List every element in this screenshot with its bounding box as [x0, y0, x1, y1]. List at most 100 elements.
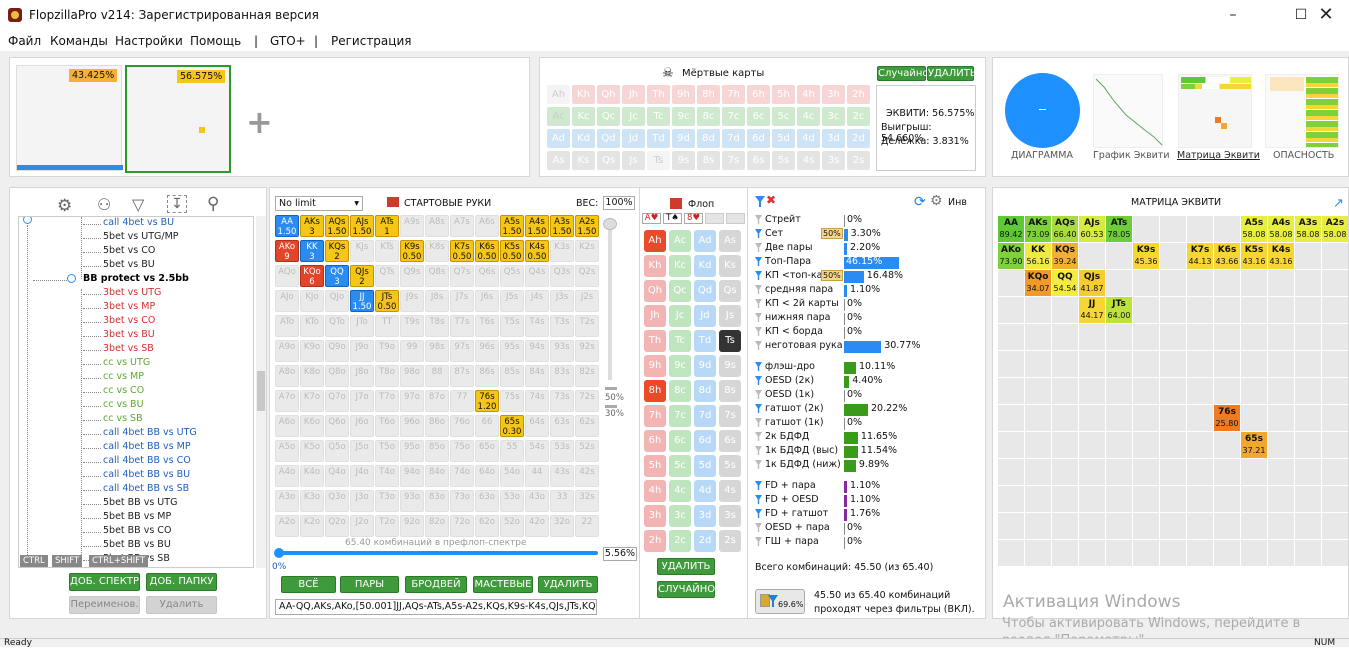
hand-99[interactable]: 99: [400, 340, 424, 362]
hand-A7o[interactable]: A7o: [275, 390, 299, 412]
stat-filter-icon[interactable]: [755, 362, 762, 371]
hand-Q8s[interactable]: Q8s: [425, 265, 449, 287]
hand-button-4[interactable]: МАСТЕВЫЕ: [473, 576, 533, 593]
stat-filter-icon[interactable]: [755, 271, 762, 280]
flop-card-8d[interactable]: 8d: [694, 380, 716, 402]
hand-AJo[interactable]: AJo: [275, 290, 299, 312]
hand-94o[interactable]: 94o: [400, 465, 424, 487]
stat-filter-icon[interactable]: [755, 509, 762, 518]
flop-card-Ad[interactable]: Ad: [694, 230, 716, 252]
dead-card-6h[interactable]: 6h: [747, 85, 770, 104]
flop-card-Jh[interactable]: Jh: [644, 305, 666, 327]
stat-filter-icon[interactable]: [755, 341, 762, 350]
hand-72o[interactable]: 72o: [450, 515, 474, 537]
flop-card-As[interactable]: As: [719, 230, 741, 252]
hand-A8s[interactable]: A8s: [425, 215, 449, 237]
menu-item[interactable]: Регистрация: [331, 34, 411, 48]
hand-63o[interactable]: 63o: [475, 490, 499, 512]
dead-card-Jd[interactable]: Jd: [622, 129, 645, 148]
stat-filter-icon[interactable]: [755, 243, 762, 252]
hand-T3o[interactable]: T3o: [375, 490, 399, 512]
tree-item[interactable]: 5bet BB vs UTG: [103, 497, 177, 508]
hand-96s[interactable]: 96s: [475, 340, 499, 362]
hand-KJs[interactable]: KJs: [350, 240, 374, 262]
hand-Q7o[interactable]: Q7o: [325, 390, 349, 412]
tree-item[interactable]: cc vs UTG: [103, 357, 150, 368]
hand-64s[interactable]: 64s: [525, 415, 549, 437]
flop-slot-empty[interactable]: [705, 213, 724, 224]
refresh-icon[interactable]: ⟳: [914, 194, 926, 210]
dead-card-8d[interactable]: 8d: [697, 129, 720, 148]
hand-92o[interactable]: 92o: [400, 515, 424, 537]
hand-53o[interactable]: 53o: [500, 490, 524, 512]
hand-64o[interactable]: 64o: [475, 465, 499, 487]
hand-Q9s[interactable]: Q9s: [400, 265, 424, 287]
dead-card-7h[interactable]: 7h: [722, 85, 745, 104]
range-pct-input[interactable]: 5.56%: [603, 547, 637, 561]
flop-slot-2[interactable]: T♠: [663, 213, 682, 224]
flop-card-7h[interactable]: 7h: [644, 405, 666, 427]
hand-Q5o[interactable]: Q5o: [325, 440, 349, 462]
hand-52s[interactable]: 52s: [575, 440, 599, 462]
hand-T9o[interactable]: T9o: [375, 340, 399, 362]
dead-card-7c[interactable]: 7c: [722, 107, 745, 126]
stat-filter-icon[interactable]: [755, 285, 762, 294]
flop-card-2c[interactable]: 2c: [669, 530, 691, 552]
hand-QTs[interactable]: QTs: [375, 265, 399, 287]
hand-ATs[interactable]: ATs 1: [375, 215, 399, 237]
stat-row[interactable]: Топ-Пара: [755, 256, 811, 267]
stat-row[interactable]: FD + гатшот: [755, 508, 828, 519]
flop-card-9c[interactable]: 9c: [669, 355, 691, 377]
dead-card-6c[interactable]: 6c: [747, 107, 770, 126]
dead-random-button[interactable]: Случайно: [877, 66, 928, 81]
hand-J5s[interactable]: J5s: [500, 290, 524, 312]
hand-A9o[interactable]: A9o: [275, 340, 299, 362]
hand-J8s[interactable]: J8s: [425, 290, 449, 312]
stat-row[interactable]: OESD + пара: [755, 522, 830, 533]
hand-K5s[interactable]: K5s 0.50: [500, 240, 524, 262]
hand-A9s[interactable]: A9s: [400, 215, 424, 237]
hand-button-5[interactable]: УДАЛИТЬ: [538, 576, 598, 593]
dead-card-9s[interactable]: 9s: [672, 151, 695, 170]
hand-K2o[interactable]: K2o: [300, 515, 324, 537]
hand-JTs[interactable]: JTs 0.50: [375, 290, 399, 312]
flop-random-button[interactable]: СЛУЧАЙНО: [657, 581, 715, 598]
hand-J2s[interactable]: J2s: [575, 290, 599, 312]
hand-A3o[interactable]: A3o: [275, 490, 299, 512]
hand-52o[interactable]: 52o: [500, 515, 524, 537]
flop-card-5d[interactable]: 5d: [694, 455, 716, 477]
filter-summary-button[interactable]: 69.6%: [755, 589, 805, 614]
hand-A4o[interactable]: A4o: [275, 465, 299, 487]
add-range-icon[interactable]: +: [246, 103, 273, 141]
dead-card-5s[interactable]: 5s: [772, 151, 795, 170]
dead-card-4s[interactable]: 4s: [797, 151, 820, 170]
hand-J4o[interactable]: J4o: [350, 465, 374, 487]
flop-card-Js[interactable]: Js: [719, 305, 741, 327]
stat-row[interactable]: Стрейт: [755, 214, 801, 225]
stat-filter-icon[interactable]: [755, 376, 762, 385]
tree-scrollbar[interactable]: [256, 216, 266, 568]
dead-card-Kh[interactable]: Kh: [572, 85, 595, 104]
hand-K9o[interactable]: K9o: [300, 340, 324, 362]
tree-item[interactable]: 5bet vs CO: [103, 245, 155, 256]
hand-82o[interactable]: 82o: [425, 515, 449, 537]
hand-ATo[interactable]: ATo: [275, 315, 299, 337]
stat-filter-icon[interactable]: [755, 390, 762, 399]
flop-card-Jd[interactable]: Jd: [694, 305, 716, 327]
hand-Q5s[interactable]: Q5s: [500, 265, 524, 287]
flop-card-2d[interactable]: 2d: [694, 530, 716, 552]
flop-card-6d[interactable]: 6d: [694, 430, 716, 452]
hand-Q3o[interactable]: Q3o: [325, 490, 349, 512]
hand-98o[interactable]: 98o: [400, 365, 424, 387]
flop-card-Kc[interactable]: Kc: [669, 255, 691, 277]
dead-card-9d[interactable]: 9d: [672, 129, 695, 148]
hand-J5o[interactable]: J5o: [350, 440, 374, 462]
hand-62s[interactable]: 62s: [575, 415, 599, 437]
flop-card-7d[interactable]: 7d: [694, 405, 716, 427]
hand-83o[interactable]: 83o: [425, 490, 449, 512]
hand-K3s[interactable]: K3s: [550, 240, 574, 262]
hand-93s[interactable]: 93s: [550, 340, 574, 362]
hand-T5s[interactable]: T5s: [500, 315, 524, 337]
stat-row[interactable]: гатшот (1к): [755, 417, 824, 428]
stat-filter-icon[interactable]: [755, 418, 762, 427]
